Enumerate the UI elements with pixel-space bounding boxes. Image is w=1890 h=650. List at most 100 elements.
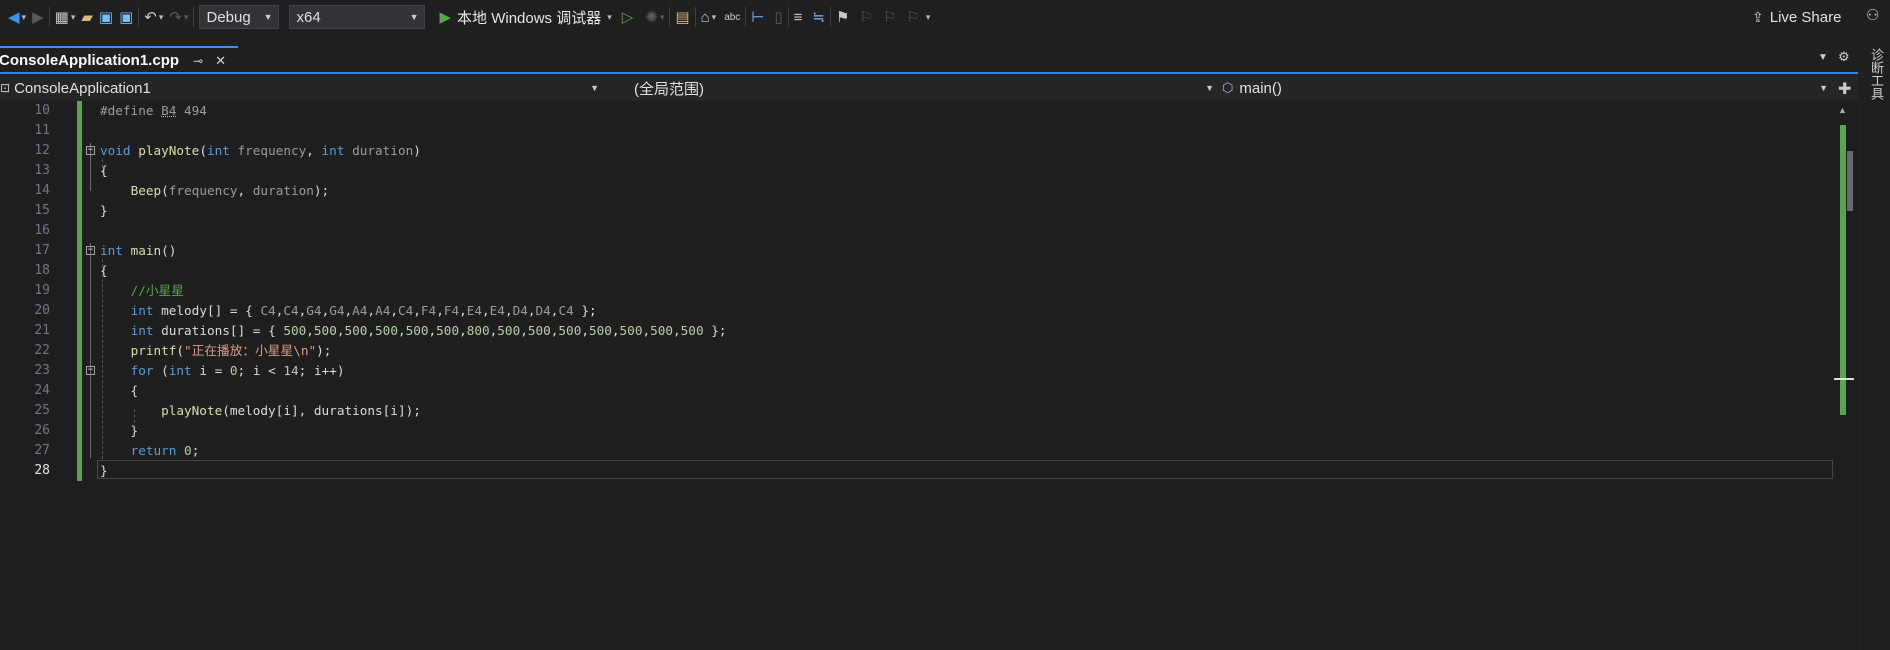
back-dropdown-icon[interactable]: ▾ [22,12,27,23]
scrollbar-caret-marker [1834,378,1854,380]
project-icon: ⊡ [0,81,11,95]
save-icon[interactable]: ▣ [99,5,113,29]
chevron-down-icon: ▼ [263,12,273,22]
code-line: 21 int durations[] = { 500,500,500,500,5… [0,321,1830,341]
scrollbar-change-marker [1840,125,1846,415]
redo-dropdown-icon[interactable]: ▾ [184,12,189,23]
new-project-dropdown-icon[interactable]: ▾ [71,12,76,23]
code-line: 24 { [0,381,1830,401]
comment-icon[interactable]: ≡ [794,5,803,29]
code-text: { [100,163,108,178]
line-number: 22 [34,343,50,358]
undo-icon[interactable]: ↶ [144,5,157,29]
code-text: } [100,423,139,438]
layout-dropdown-icon[interactable]: ▾ [712,12,717,23]
line-number: 16 [34,223,50,238]
code-text: } [100,463,108,478]
code-text: #define B4 494 [100,103,207,118]
run-dropdown-icon[interactable]: ▾ [607,12,612,23]
scope-name: (全局范围) [634,80,704,98]
person-icon[interactable]: ⚇ [1866,6,1879,24]
code-line: 25 playNote(melody[i], durations[i]); [0,401,1830,421]
scope-dropdown[interactable]: (全局范围) ▼ [612,75,1220,101]
tab-consoleapplication1-cpp[interactable]: ConsoleApplication1.cpp ⊸ ✕ [0,46,238,73]
toolbar-overflow-icon[interactable]: ▾ [926,12,931,23]
code-text: return 0; [130,443,200,458]
code-text: Beep(frequency, duration); [130,183,330,198]
hot-reload-icon[interactable]: ✺ [645,5,658,29]
pin-icon[interactable]: ⊸ [193,54,203,68]
redo-icon[interactable]: ↷ [169,5,182,29]
gear-icon[interactable]: ⚙ [1838,49,1850,65]
code-text: printf("正在播放：小星星\n"); [130,343,332,358]
bookmark-clear-icon[interactable]: ⚐ [906,5,919,29]
configuration-select[interactable]: Debug ▼ [199,5,280,29]
bookmark-icon[interactable]: ⚑ [836,5,849,29]
code-text: int main() [100,243,177,258]
chevron-down-icon: ▼ [1205,83,1214,93]
code-text: int durations[] = { 500,500,500,500,500,… [130,323,727,338]
toggle-icon[interactable]: ▯ [774,5,782,29]
project-name: ConsoleApplication1 [14,79,151,97]
line-number: 19 [34,283,50,298]
scroll-up-icon[interactable]: ▲ [1838,105,1847,115]
spelling-icon[interactable]: abc [724,5,740,29]
play-outline-icon[interactable]: ▷ [622,5,634,29]
line-number: 25 [34,403,50,418]
bookmark-next-icon[interactable]: ⚐ [883,5,896,29]
forward-icon[interactable]: ▶ [32,5,44,29]
fold-toggle-icon[interactable]: − [86,366,95,375]
line-number: 20 [34,303,50,318]
code-text: for (int i = 0; i < 14; i++) [130,363,345,378]
split-editor-icon[interactable]: ✚ [1838,79,1851,99]
diagnostic-tools-tab[interactable]: 诊断工具 [1866,48,1885,100]
code-line: 26 } [0,421,1830,441]
live-share-button[interactable]: ⇪ Live Share [1752,5,1841,29]
tab-list-dropdown-icon[interactable]: ▼ [1818,52,1828,63]
close-icon[interactable]: ✕ [215,53,226,69]
code-line: 17 − int main() [0,241,1830,261]
code-line: 11 [0,121,1830,141]
line-number: 18 [34,263,50,278]
play-icon: ▶ [439,9,452,26]
uncomment-icon[interactable]: ≒ [812,5,825,29]
browse-folder-icon[interactable]: ▤ [675,5,689,29]
start-debugging-button[interactable]: ▶ 本地 Windows 调试器 ▾ [439,7,611,28]
back-icon[interactable]: ◀ [8,5,20,29]
code-line: 13 { [0,161,1830,181]
code-editor[interactable]: 10 #define B4 494 11 12 − void playNote(… [0,101,1858,650]
open-icon[interactable]: ▰ [81,5,93,29]
fold-toggle-icon[interactable]: − [86,246,95,255]
undo-dropdown-icon[interactable]: ▾ [159,12,164,23]
new-project-icon[interactable]: ▦ [55,5,69,29]
tab-title: ConsoleApplication1.cpp [0,52,180,69]
code-line-current: 28 } [0,461,1830,481]
layout-icon[interactable]: ⌂ [701,5,710,29]
code-text: { [100,383,139,398]
toolbar-separator [193,7,195,27]
code-line: 10 #define B4 494 [0,101,1830,121]
bookmark-prev-icon[interactable]: ⚐ [859,5,872,29]
fold-toggle-icon[interactable]: − [86,146,95,155]
member-dropdown[interactable]: ⬡ main() ▼ [1222,75,1834,101]
line-number: 23 [34,363,50,378]
line-number: 17 [34,243,50,258]
toolbar-separator [48,7,50,27]
project-dropdown[interactable]: ⊡ ConsoleApplication1 ▼ [0,75,605,101]
scrollbar-thumb[interactable] [1847,151,1853,211]
code-text: void playNote(int frequency, int duratio… [100,143,421,158]
line-number: 28 [34,463,50,478]
code-line: 16 [0,221,1830,241]
hot-reload-dropdown-icon[interactable]: ▾ [660,12,665,23]
chevron-down-icon: ▼ [590,83,599,93]
code-comment: //小星星 [100,283,184,298]
code-line: 23 − for (int i = 0; i < 14; i++) [0,361,1830,381]
save-all-icon[interactable]: ▣ [119,5,133,29]
vertical-scrollbar[interactable]: ▲ [1834,101,1854,650]
configuration-value: Debug [206,8,251,26]
live-share-label: Live Share [1769,8,1842,26]
line-number: 27 [34,443,50,458]
platform-select[interactable]: x64 ▼ [289,5,426,29]
toolbar-separator [830,7,832,27]
breakpoint-icon[interactable]: ⊢ [751,5,764,29]
